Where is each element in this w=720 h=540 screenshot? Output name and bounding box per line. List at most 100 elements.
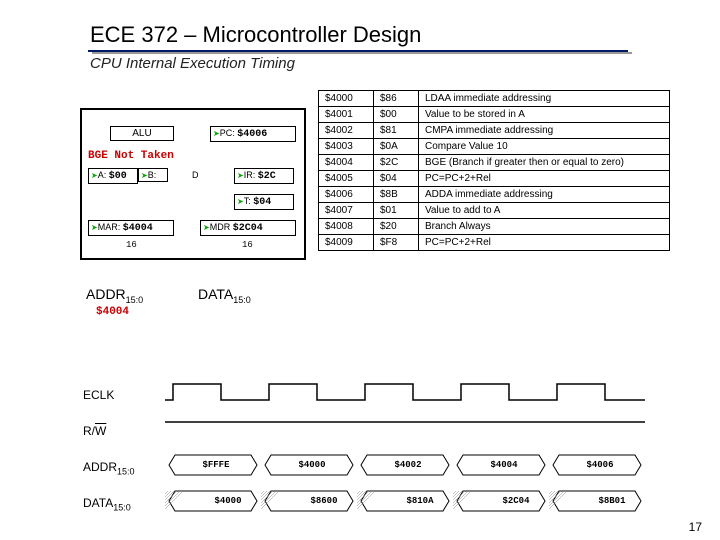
table-cell: $4007 [319, 203, 374, 219]
addr-timing-label: ADDR15:0 [83, 460, 135, 476]
page-number: 17 [689, 520, 702, 534]
addr-text: ADDR [86, 286, 126, 302]
addr-sub: 15:0 [126, 295, 144, 305]
t-label: T: [244, 196, 251, 206]
eclk-label: ECLK [83, 388, 114, 402]
pc-label: PC: [220, 128, 235, 138]
wave-value: $2C04 [483, 496, 549, 506]
data-wave: $4000 $8600 $810A $2C04 $8B01 [165, 486, 645, 522]
table-cell: $8B [374, 187, 419, 203]
a-register: ➤A: $00 [88, 168, 138, 184]
page-title: ECE 372 – Microcontroller Design [90, 22, 421, 48]
mar-register: ➤MAR: $4004 [88, 220, 174, 236]
table-cell: BGE (Branch if greater then or equal to … [419, 155, 670, 171]
pc-value: $4006 [237, 129, 267, 140]
table-row: $4009$F8PC=PC+2+Rel [319, 235, 670, 251]
table-cell: $4000 [319, 91, 374, 107]
table-row: $4003$0ACompare Value 10 [319, 139, 670, 155]
table-cell: $20 [374, 219, 419, 235]
ir-label: IR: [244, 170, 256, 180]
mar-value: $4004 [123, 223, 153, 234]
data-bus-label: DATA15:0 [198, 286, 251, 305]
addr-bus-value: $4004 [96, 306, 129, 318]
bus-width-right: 16 [242, 240, 253, 250]
title-rule-shadow [92, 52, 632, 54]
table-cell: $00 [374, 107, 419, 123]
table-cell: $4009 [319, 235, 374, 251]
data-timing-label: DATA15:0 [83, 496, 131, 512]
timing-row-rw: R/W [85, 414, 655, 450]
table-cell: Branch Always [419, 219, 670, 235]
wave-value: $4000 [195, 496, 261, 506]
mdr-register: ➤MDR $2C04 [200, 220, 296, 236]
table-cell: $0A [374, 139, 419, 155]
eclk-wave [165, 378, 645, 414]
table-row: $4002$81CMPA immediate addressing [319, 123, 670, 139]
table-row: $4006$8BADDA immediate addressing [319, 187, 670, 203]
wave-value: $FFFE [183, 460, 249, 470]
table-cell: $86 [374, 91, 419, 107]
mar-label: MAR: [98, 222, 121, 232]
rw-wave [165, 414, 645, 450]
t-register: ➤T: $04 [234, 194, 294, 210]
table-row: $4005$04PC=PC+2+Rel [319, 171, 670, 187]
mdr-label: MDR [210, 222, 231, 232]
cpu-diagram: ALU BGE Not Taken ➤PC: $4006 ➤A: $00 ➤B:… [80, 108, 306, 260]
table-cell: $04 [374, 171, 419, 187]
table-row: $4007$01Value to add to A [319, 203, 670, 219]
table-cell: $4001 [319, 107, 374, 123]
table-cell: ADDA immediate addressing [419, 187, 670, 203]
timing-row-addr: ADDR15:0 $FFFE $4000 $4002 $4004 $4006 [85, 450, 655, 486]
alu-block: ALU [110, 126, 174, 141]
wave-value: $8B01 [579, 496, 645, 506]
arrow-icon: ➤ [213, 129, 220, 138]
table-cell: $4002 [319, 123, 374, 139]
table-cell: $4004 [319, 155, 374, 171]
table-row: $4008$20Branch Always [319, 219, 670, 235]
wave-value: $4000 [279, 460, 345, 470]
wave-value: $4006 [567, 460, 633, 470]
ir-value: $2C [258, 171, 276, 182]
table-row: $4001$00Value to be stored in A [319, 107, 670, 123]
table-cell: PC=PC+2+Rel [419, 171, 670, 187]
mdr-value: $2C04 [233, 223, 263, 234]
b-label: B: [148, 170, 157, 180]
page-subtitle: CPU Internal Execution Timing [90, 55, 295, 72]
table-cell: Compare Value 10 [419, 139, 670, 155]
table-row: $4004$2CBGE (Branch if greater then or e… [319, 155, 670, 171]
table-cell: $81 [374, 123, 419, 139]
pc-register: ➤PC: $4006 [210, 126, 296, 142]
t-value: $04 [253, 197, 271, 208]
memory-table: $4000$86LDAA immediate addressing$4001$0… [318, 90, 670, 251]
bge-status: BGE Not Taken [88, 150, 174, 162]
d-label: D [192, 170, 199, 180]
table-cell: CMPA immediate addressing [419, 123, 670, 139]
wave-value: $4004 [471, 460, 537, 470]
table-cell: LDAA immediate addressing [419, 91, 670, 107]
table-cell: $4006 [319, 187, 374, 203]
wave-value: $810A [387, 496, 453, 506]
data-sub: 15:0 [233, 295, 251, 305]
data-text: DATA [198, 286, 233, 302]
a-label: A: [98, 170, 107, 180]
timing-diagram: ECLK R/W ADDR15:0 [85, 378, 655, 522]
timing-row-data: DATA15:0 $4000 $8600 $810A $2C04 $8B01 [85, 486, 655, 522]
wave-value: $4002 [375, 460, 441, 470]
bus-width-left: 16 [126, 240, 137, 250]
table-cell: Value to be stored in A [419, 107, 670, 123]
timing-row-eclk: ECLK [85, 378, 655, 414]
table-cell: $01 [374, 203, 419, 219]
addr-bus-label: ADDR15:0 [86, 286, 143, 305]
title-rule [88, 50, 628, 52]
b-register: ➤B: [138, 168, 168, 182]
table-cell: Value to add to A [419, 203, 670, 219]
addr-wave: $FFFE $4000 $4002 $4004 $4006 [165, 450, 645, 486]
table-cell: PC=PC+2+Rel [419, 235, 670, 251]
ir-register: ➤IR: $2C [234, 168, 294, 184]
a-value: $00 [109, 171, 127, 182]
table-cell: $2C [374, 155, 419, 171]
table-row: $4000$86LDAA immediate addressing [319, 91, 670, 107]
rw-label: R/W [83, 424, 106, 438]
wave-value: $8600 [291, 496, 357, 506]
table-cell: $4003 [319, 139, 374, 155]
